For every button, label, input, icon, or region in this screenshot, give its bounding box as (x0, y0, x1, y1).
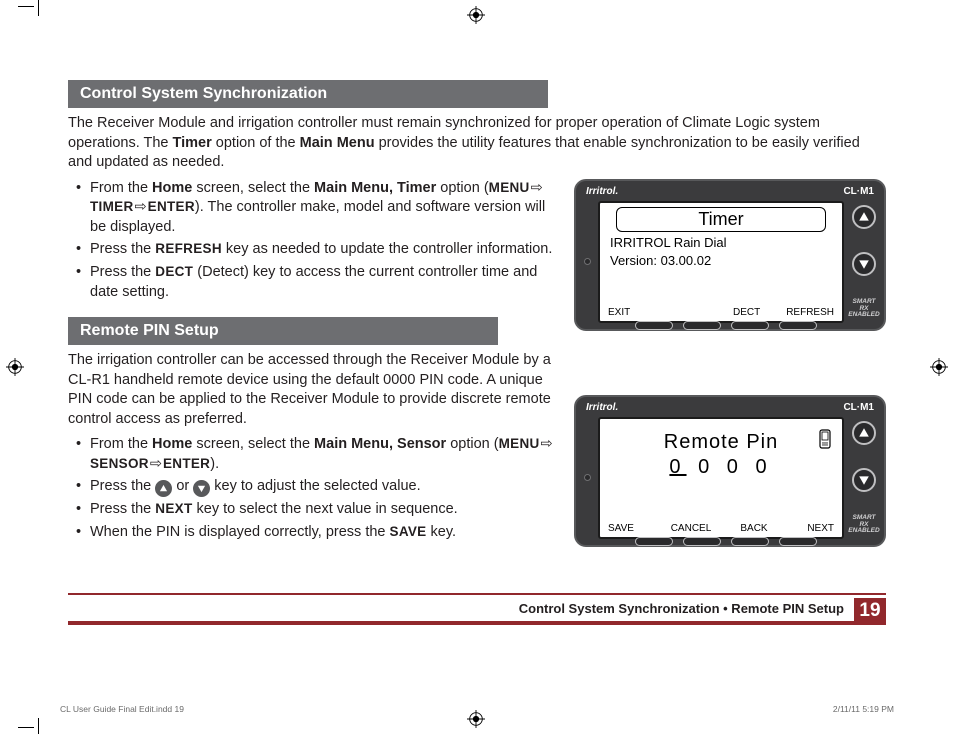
brand-label: Irritrol. (586, 186, 618, 197)
intro-paragraph-pin: The irrigation controller can be accesse… (68, 351, 556, 429)
bullet-list-sync: From the Home screen, select the Main Me… (68, 179, 556, 302)
list-item: Press the REFRESH key as needed to updat… (90, 240, 556, 260)
intro-paragraph: The Receiver Module and irrigation contr… (68, 114, 886, 173)
lcd-screen: Timer IRRITROL Rain Dial Version: 03.00.… (598, 201, 844, 323)
bullet-list-pin: From the Home screen, select the Main Me… (68, 435, 556, 542)
led-indicator (582, 417, 592, 539)
smart-rx-label: SMART RXENABLED (848, 515, 879, 535)
model-label: CL·M1 (843, 186, 874, 197)
list-item: Press the NEXT key to select the next va… (90, 500, 556, 520)
screen-title: Remote Pin (608, 431, 834, 454)
pin-value: 0 0 0 0 (608, 456, 834, 479)
list-item: Press the DECT (Detect) key to access th… (90, 263, 556, 302)
page-number: 19 (854, 598, 886, 624)
section-header-pin: Remote PIN Setup (68, 317, 498, 345)
phone-icon (818, 429, 832, 452)
up-arrow-icon (155, 480, 172, 497)
up-button[interactable] (852, 421, 876, 445)
model-label: CL·M1 (843, 402, 874, 413)
list-item: From the Home screen, select the Main Me… (90, 435, 556, 474)
device-screen-timer: Irritrol. CL·M1 Timer IRRITROL Rain Dial… (574, 179, 886, 331)
brand-label: Irritrol. (586, 402, 618, 413)
softkey-buttons[interactable] (610, 321, 842, 330)
lcd-line: Version: 03.00.02 (610, 253, 834, 268)
page-footer: Control System Synchronization • Remote … (68, 593, 886, 625)
down-arrow-icon (193, 480, 210, 497)
section-header-sync: Control System Synchronization (68, 80, 548, 108)
registration-mark (6, 358, 24, 376)
lcd-line: IRRITROL Rain Dial (610, 235, 834, 250)
down-button[interactable] (852, 468, 876, 492)
screen-title: Timer (616, 207, 826, 232)
list-item: Press the or key to adjust the selected … (90, 477, 556, 497)
footer-title: Control System Synchronization • Remote … (519, 601, 844, 616)
led-indicator (582, 201, 592, 323)
softkey-labels: EXIT DECT REFRESH (608, 307, 834, 318)
smart-rx-label: SMART RXENABLED (848, 299, 879, 319)
up-button[interactable] (852, 205, 876, 229)
registration-mark (467, 6, 485, 24)
registration-mark (930, 358, 948, 376)
page-content: Control System Synchronization The Recei… (40, 50, 914, 674)
softkey-buttons[interactable] (610, 537, 842, 546)
device-screen-pin: Irritrol. CL·M1 Remote Pin 0 0 0 0 (574, 395, 886, 547)
list-item: From the Home screen, select the Main Me… (90, 179, 556, 238)
softkey-labels: SAVE CANCEL BACK NEXT (608, 523, 834, 534)
indd-metadata: CL User Guide Final Edit.indd 19 2/11/11… (60, 704, 894, 714)
down-button[interactable] (852, 252, 876, 276)
list-item: When the PIN is displayed correctly, pre… (90, 523, 556, 543)
lcd-screen: Remote Pin 0 0 0 0 SAVE CANCEL BACK NEXT (598, 417, 844, 539)
